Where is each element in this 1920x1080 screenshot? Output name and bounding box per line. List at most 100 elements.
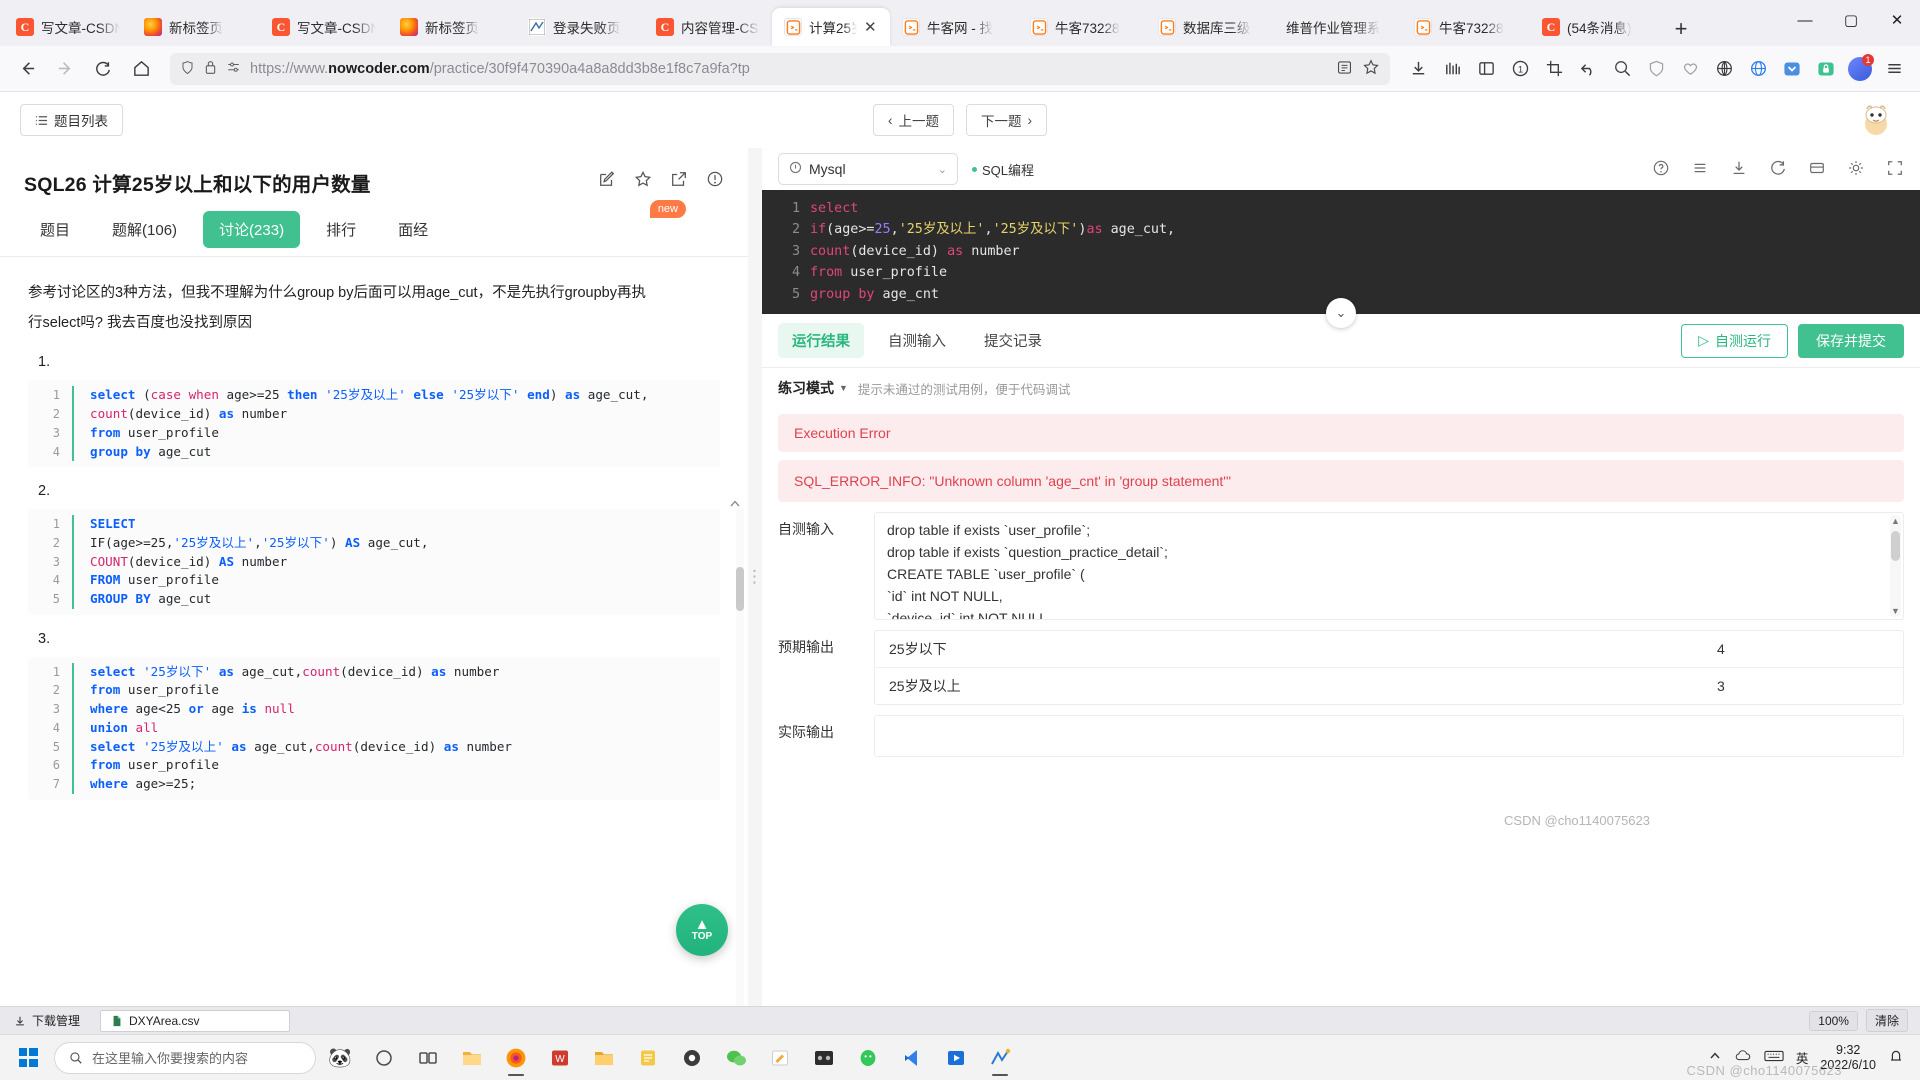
media-player-icon[interactable] — [936, 1038, 976, 1078]
browser-tab[interactable]: 新标签页 — [132, 8, 260, 46]
permissions-icon[interactable] — [226, 60, 241, 78]
maximize-button[interactable]: ▢ — [1828, 0, 1874, 40]
menu-icon[interactable] — [1878, 53, 1910, 85]
wps-icon[interactable]: W — [540, 1038, 580, 1078]
firefox-taskbar-icon[interactable] — [496, 1038, 536, 1078]
browser-tab[interactable]: 牛客73228 — [1402, 8, 1530, 46]
scrollbar-thumb[interactable] — [1891, 531, 1900, 561]
start-button[interactable] — [6, 1038, 50, 1078]
browser-tab[interactable]: C 写文章-CSDN — [4, 8, 132, 46]
input-scrollbar[interactable]: ▲ ▼ — [1890, 515, 1901, 617]
sidebar-icon[interactable] — [1470, 53, 1502, 85]
tab-pai-hang[interactable]: 排行 — [310, 211, 372, 248]
settings-gear-icon[interactable] — [672, 1038, 712, 1078]
translate-icon[interactable] — [1606, 53, 1638, 85]
reader-mode-icon[interactable] — [1336, 59, 1353, 79]
address-bar[interactable]: https://www.nowcoder.com/practice/30f9f4… — [170, 52, 1390, 85]
prev-problem-button[interactable]: ‹ 上一题 — [873, 104, 954, 136]
shield-extension-icon[interactable] — [1640, 53, 1672, 85]
globe-icon[interactable] — [1742, 53, 1774, 85]
zoom-level-label[interactable]: 100% — [1809, 1010, 1858, 1031]
browser-tab[interactable]: 数据库三级 — [1146, 8, 1274, 46]
notifications-icon[interactable] — [1888, 1048, 1904, 1067]
help-icon[interactable] — [1652, 159, 1670, 180]
vscode-icon[interactable] — [892, 1038, 932, 1078]
library-icon[interactable] — [1436, 53, 1468, 85]
fullscreen-icon[interactable] — [1886, 159, 1904, 180]
note-edit-icon[interactable] — [598, 170, 616, 188]
bookmark-star-icon[interactable] — [1362, 58, 1380, 79]
new-tab-button[interactable]: + — [1664, 12, 1698, 46]
undo-icon[interactable] — [1572, 53, 1604, 85]
tab-tao-lun[interactable]: 讨论(233) — [203, 211, 301, 248]
profile-icon[interactable]: 1 — [1844, 53, 1876, 85]
database-select[interactable]: Mysql ⌄ — [778, 153, 958, 185]
browser-tab[interactable]: 牛客网 - 找 — [890, 8, 1018, 46]
list-icon[interactable] — [1691, 159, 1709, 180]
browser-tab[interactable]: 新标签页 — [388, 8, 516, 46]
task-view-icon[interactable] — [408, 1038, 448, 1078]
tab-mian-jing[interactable]: 面经 — [382, 211, 444, 248]
tab-run-result[interactable]: 运行结果 — [778, 323, 864, 358]
forward-icon[interactable] — [48, 52, 82, 86]
mascot-avatar[interactable] — [1858, 102, 1894, 138]
save-and-submit-button[interactable]: 保存并提交 — [1798, 323, 1904, 358]
lock-extension-icon[interactable] — [1810, 53, 1842, 85]
shield-icon[interactable] — [180, 60, 195, 78]
notes-icon[interactable] — [628, 1038, 668, 1078]
tab-self-test-input[interactable]: 自测输入 — [874, 323, 960, 358]
cortana-icon[interactable] — [364, 1038, 404, 1078]
browser-tab-active[interactable]: 计算25岁 ✕ — [772, 8, 890, 46]
browser-tab[interactable]: 牛客73228 — [1018, 8, 1146, 46]
qq-icon[interactable] — [848, 1038, 888, 1078]
account-badge-icon[interactable]: 1 — [1504, 53, 1536, 85]
download-icon[interactable] — [1730, 159, 1748, 180]
tab-submission-records[interactable]: 提交记录 — [970, 323, 1056, 358]
back-icon[interactable] — [10, 52, 44, 86]
next-problem-button[interactable]: 下一题 › — [966, 104, 1047, 136]
share-external-icon[interactable] — [670, 170, 688, 188]
problem-list-button[interactable]: 题目列表 — [20, 104, 123, 136]
browser-tab[interactable]: 维普作业管理系 — [1274, 8, 1402, 46]
browser-tab[interactable]: C 内容管理-CSDN — [644, 8, 772, 46]
reload-icon[interactable] — [86, 52, 120, 86]
taskbar-search[interactable]: 在这里输入你要搜索的内容 — [54, 1041, 316, 1074]
download-file-item[interactable]: DXYArea.csv — [100, 1009, 291, 1032]
download-manager-button[interactable]: 下载管理 — [4, 1010, 90, 1032]
wechat-icon[interactable] — [716, 1038, 756, 1078]
browser-tab[interactable]: C (54条消息) — [1530, 8, 1658, 46]
game-icon[interactable] — [804, 1038, 844, 1078]
markdown-editor-icon[interactable] — [760, 1038, 800, 1078]
pocket-icon[interactable] — [1776, 53, 1808, 85]
scroll-down-arrow-icon[interactable]: ▼ — [1890, 606, 1901, 616]
vpn-icon[interactable] — [1708, 53, 1740, 85]
self-test-input-box[interactable]: ▲ ▼ drop table if exists `user_profile`;… — [874, 512, 1904, 620]
report-info-icon[interactable] — [706, 170, 724, 188]
panel-resize-handle[interactable]: ⋮ — [746, 148, 763, 1006]
lock-icon[interactable] — [204, 60, 217, 78]
discussion-scrollbar[interactable] — [730, 500, 744, 1006]
gear-icon[interactable] — [1847, 159, 1865, 180]
reset-icon[interactable] — [1769, 159, 1787, 180]
minimize-button[interactable]: — — [1782, 0, 1828, 40]
close-icon[interactable]: ✕ — [864, 18, 878, 36]
tab-ti-jie[interactable]: 题解(106) — [96, 211, 193, 248]
window-close-button[interactable]: ✕ — [1874, 0, 1920, 40]
back-to-top-button[interactable]: ▲ TOP — [676, 904, 728, 956]
folder-icon[interactable] — [584, 1038, 624, 1078]
download-icon[interactable] — [1402, 53, 1434, 85]
heart-icon[interactable] — [1674, 53, 1706, 85]
self-test-run-button[interactable]: ▷ 自测运行 — [1681, 323, 1788, 358]
collapse-editor-button[interactable]: ⌄ — [1326, 298, 1356, 328]
home-icon[interactable] — [124, 52, 158, 86]
file-explorer-icon[interactable] — [452, 1038, 492, 1078]
browser-tab[interactable]: C 写文章-CSDN — [260, 8, 388, 46]
favorite-star-icon[interactable] — [634, 170, 652, 188]
taskview-animals-icon[interactable]: 🐼 — [320, 1038, 360, 1078]
tab-ti-mu[interactable]: 题目 — [24, 211, 86, 248]
navicat-icon[interactable] — [980, 1038, 1020, 1078]
theme-icon[interactable] — [1808, 159, 1826, 180]
scroll-up-arrow-icon[interactable]: ▲ — [1890, 516, 1901, 526]
screenshot-crop-icon[interactable] — [1538, 53, 1570, 85]
browser-tab[interactable]: 登录失败页 — [516, 8, 644, 46]
